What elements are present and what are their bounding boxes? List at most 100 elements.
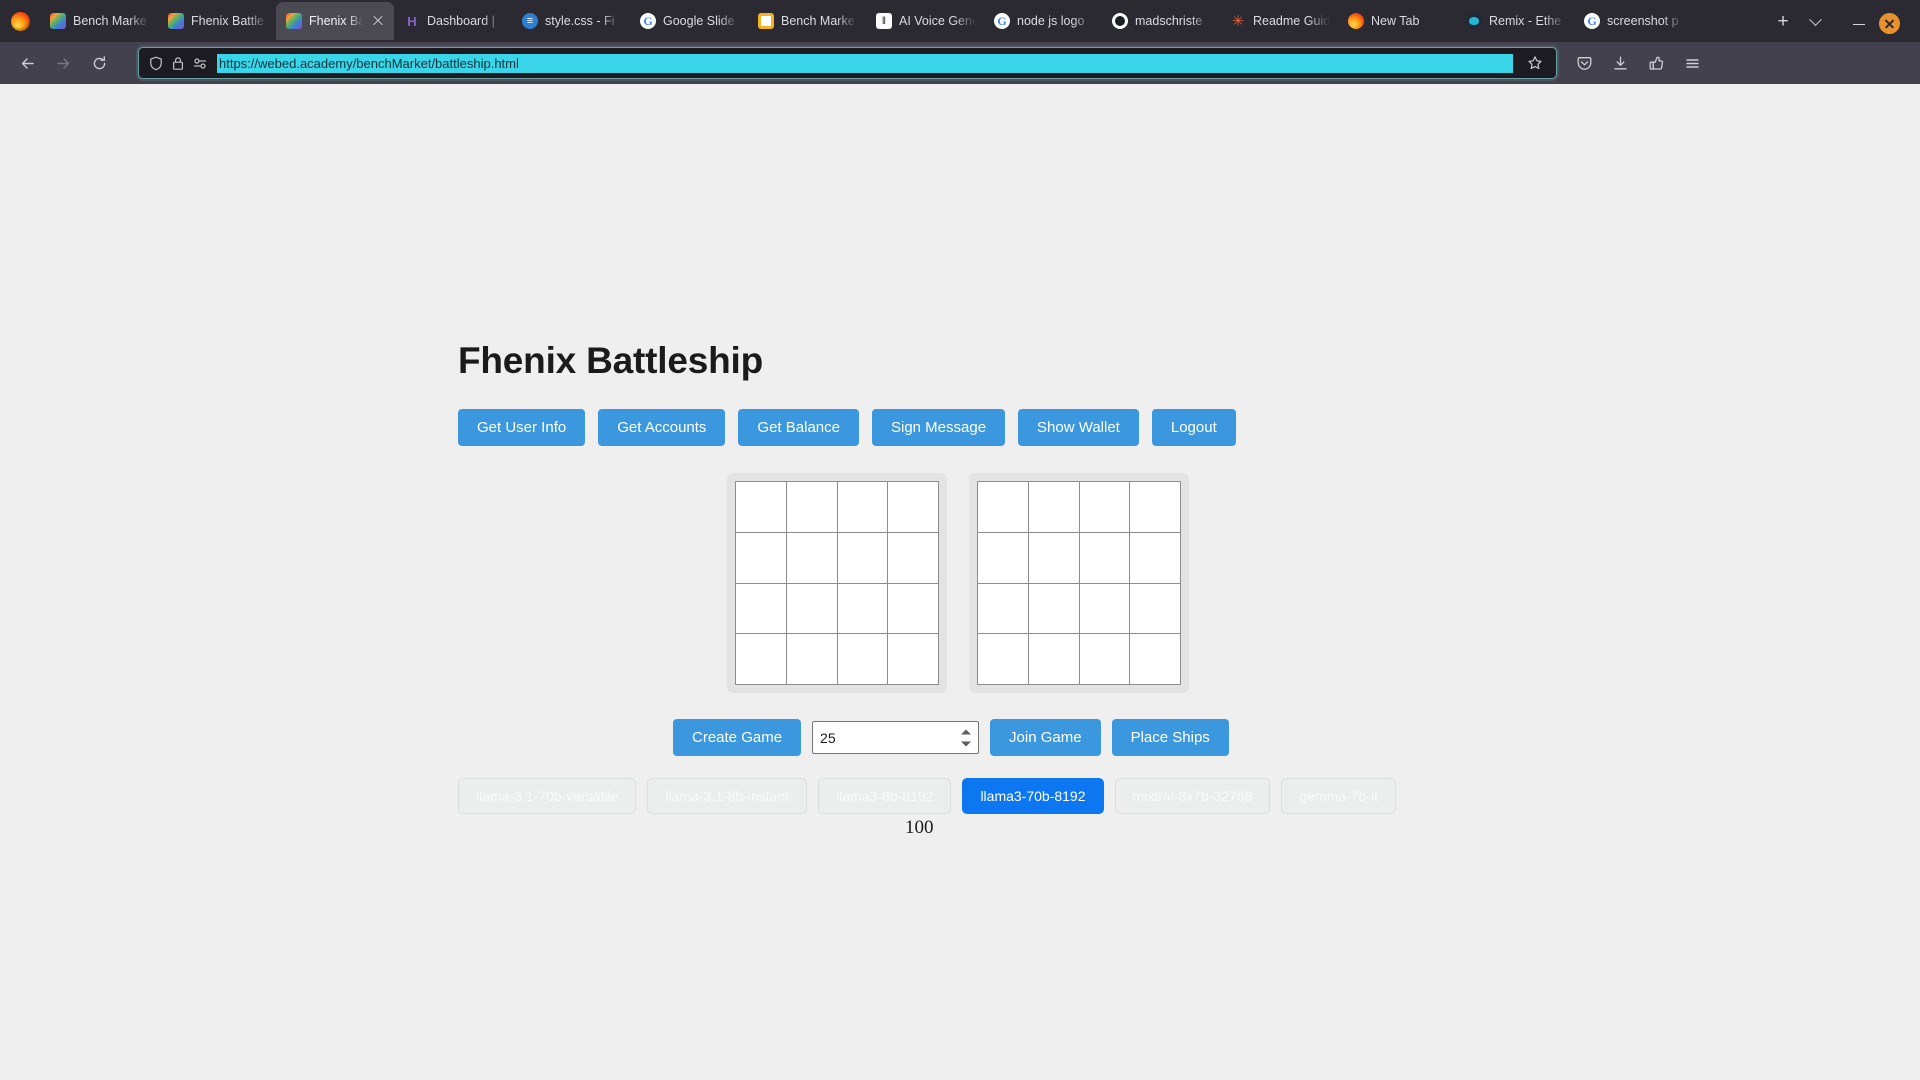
- board-cell[interactable]: [978, 583, 1028, 634]
- wallet-button-show-wallet[interactable]: Show Wallet: [1018, 409, 1139, 446]
- board-cell[interactable]: [736, 583, 786, 634]
- tracking-protection-icon[interactable]: [193, 56, 208, 71]
- board-cell[interactable]: [837, 482, 888, 532]
- board-cell[interactable]: [978, 482, 1028, 532]
- create-game-button[interactable]: Create Game: [673, 719, 802, 756]
- tab-favicon-icon: [758, 13, 774, 29]
- tab-label: Bench Marke: [73, 14, 147, 28]
- board-cell[interactable]: [1028, 583, 1079, 634]
- board-cell[interactable]: [888, 583, 938, 634]
- back-button[interactable]: [10, 46, 44, 80]
- game-id-input[interactable]: [812, 721, 980, 754]
- tab-favicon-icon: [876, 13, 892, 29]
- board-cell[interactable]: [1028, 532, 1079, 583]
- board-cell[interactable]: [1130, 532, 1180, 583]
- board-cell[interactable]: [786, 532, 837, 583]
- battleship-app: Fhenix Battleship Get User Info Get Accou…: [0, 84, 1920, 839]
- board-cell[interactable]: [837, 532, 888, 583]
- model-button-llama3-70b-8192[interactable]: llama3-70b-8192: [962, 778, 1104, 814]
- board-cell[interactable]: [1130, 583, 1180, 634]
- minimize-button[interactable]: [1853, 18, 1865, 30]
- reload-button[interactable]: [82, 46, 116, 80]
- player-board-grid: [735, 481, 939, 685]
- browser-tab[interactable]: Bench Marke: [40, 2, 158, 40]
- hamburger-menu-icon: [1685, 58, 1699, 68]
- browser-tab[interactable]: New Tab: [1338, 2, 1456, 40]
- wallet-button-get-user-info[interactable]: Get User Info: [458, 409, 586, 446]
- browser-tab[interactable]: Google Slide: [630, 2, 748, 40]
- browser-tab[interactable]: madschriste: [1102, 2, 1220, 40]
- save-to-pocket-button[interactable]: [1567, 46, 1601, 80]
- model-button-llama-3.1-70b-versatile[interactable]: llama-3.1-70b-versatile: [458, 778, 637, 814]
- board-cell[interactable]: [1079, 583, 1130, 634]
- application-menu-button[interactable]: [1675, 46, 1709, 80]
- board-cell[interactable]: [786, 634, 837, 684]
- url-bar[interactable]: https://webed.academy/benchMarket/battle…: [138, 47, 1557, 79]
- tab-label: Google Slide: [663, 14, 735, 28]
- downloads-button[interactable]: [1603, 46, 1637, 80]
- browser-tab[interactable]: Bench Marke: [748, 2, 866, 40]
- board-cell[interactable]: [837, 634, 888, 684]
- board-cell[interactable]: [978, 532, 1028, 583]
- browser-tab[interactable]: style.css - Fi: [512, 2, 630, 40]
- board-cell[interactable]: [837, 583, 888, 634]
- model-button-llama3-8b-8192[interactable]: llama3-8b-8192: [818, 778, 952, 814]
- extensions-button[interactable]: [1639, 46, 1673, 80]
- board-cell[interactable]: [1079, 532, 1130, 583]
- board-cell[interactable]: [888, 634, 938, 684]
- game-boards: [727, 473, 1920, 693]
- tab-label: Dashboard |: [427, 14, 495, 28]
- tab-close-icon[interactable]: [370, 13, 386, 29]
- wallet-button-sign-message[interactable]: Sign Message: [871, 409, 1006, 446]
- board-cell[interactable]: [786, 482, 837, 532]
- browser-tab[interactable]: Fhenix Bat: [276, 2, 394, 40]
- browser-tab[interactable]: Fhenix Battle: [158, 2, 276, 40]
- wallet-button-logout[interactable]: Logout: [1151, 409, 1236, 446]
- board-cell[interactable]: [1028, 482, 1079, 532]
- browser-tab[interactable]: node js logo: [984, 2, 1102, 40]
- board-cell[interactable]: [1130, 482, 1180, 532]
- arrow-right-icon: [56, 57, 69, 69]
- board-cell[interactable]: [786, 583, 837, 634]
- bookmark-star-icon[interactable]: [1522, 50, 1548, 76]
- list-all-tabs-button[interactable]: [1799, 6, 1831, 38]
- board-cell[interactable]: [1079, 634, 1130, 684]
- tab-favicon-icon: [994, 13, 1010, 29]
- board-cell[interactable]: [888, 482, 938, 532]
- browser-tab[interactable]: Readme Guid: [1220, 2, 1338, 40]
- lock-icon[interactable]: [172, 56, 184, 71]
- place-ships-button[interactable]: Place Ships: [1111, 719, 1229, 756]
- stepper-up-icon[interactable]: [961, 729, 972, 734]
- browser-tab[interactable]: Dashboard |: [394, 2, 512, 40]
- browser-tab[interactable]: screenshot p: [1574, 2, 1692, 40]
- close-window-button[interactable]: [1879, 13, 1900, 34]
- tab-favicon-icon: [1584, 13, 1600, 29]
- url-text[interactable]: https://webed.academy/benchMarket/battle…: [217, 53, 1513, 73]
- board-cell[interactable]: [888, 532, 938, 583]
- board-cell[interactable]: [736, 482, 786, 532]
- shield-icon[interactable]: [149, 56, 163, 71]
- wallet-button-get-accounts[interactable]: Get Accounts: [598, 409, 726, 446]
- board-cell[interactable]: [978, 634, 1028, 684]
- model-button-gemma-7b-it[interactable]: gemma-7b-it: [1281, 778, 1396, 814]
- model-button-mixtral-8x7b-32768[interactable]: mixtral-8x7b-32768: [1114, 778, 1271, 814]
- wallet-button-get-balance[interactable]: Get Balance: [738, 409, 859, 446]
- tab-favicon-icon: [286, 13, 302, 29]
- board-cell[interactable]: [736, 532, 786, 583]
- number-stepper[interactable]: [961, 729, 972, 746]
- join-game-button[interactable]: Join Game: [990, 719, 1101, 756]
- board-cell[interactable]: [1028, 634, 1079, 684]
- board-cell[interactable]: [736, 634, 786, 684]
- model-button-llama-3.1-8b-instant[interactable]: llama-3.1-8b-instant: [647, 778, 808, 814]
- forward-button[interactable]: [46, 46, 80, 80]
- new-tab-button[interactable]: +: [1767, 6, 1799, 38]
- navigation-toolbar: https://webed.academy/benchMarket/battle…: [0, 42, 1920, 84]
- browser-tab[interactable]: Remix - Ethe: [1456, 2, 1574, 40]
- stepper-down-icon[interactable]: [961, 741, 972, 746]
- board-cell[interactable]: [1079, 482, 1130, 532]
- tab-label: madschriste: [1135, 14, 1203, 28]
- reload-icon: [93, 55, 105, 69]
- opponent-board: [969, 473, 1189, 693]
- board-cell[interactable]: [1130, 634, 1180, 684]
- browser-tab[interactable]: AI Voice Gene: [866, 2, 984, 40]
